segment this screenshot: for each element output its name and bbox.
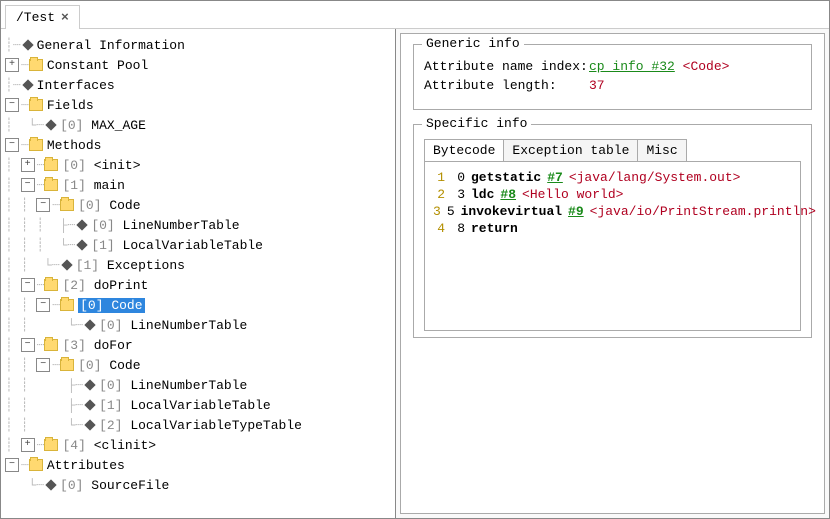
minus-icon[interactable]: − <box>36 198 50 212</box>
diamond-icon <box>22 79 33 90</box>
attr-name-extra: <Code> <box>683 59 730 74</box>
folder-icon <box>29 99 43 111</box>
diamond-icon <box>61 259 72 270</box>
tree-item-main[interactable]: ┊ −┈[1] main <box>5 175 391 195</box>
diamond-icon <box>45 119 56 130</box>
attr-name-row: Attribute name index: cp_info #32 <Code> <box>424 59 801 74</box>
folder-icon <box>29 459 43 471</box>
tree-item-clinit[interactable]: ┊ +┈[4] <clinit> <box>5 435 391 455</box>
editor-window: /Test × ┊┈General Information +┈Constant… <box>0 0 830 519</box>
diamond-icon <box>84 319 95 330</box>
attr-len-row: Attribute length: 37 <box>424 78 801 93</box>
tab-bar: /Test × <box>1 1 829 29</box>
diamond-icon <box>84 419 95 430</box>
minus-icon[interactable]: − <box>21 338 35 352</box>
bytecode-row[interactable]: 3 5 invokevirtual #9 <java/io/PrintStrea… <box>433 204 792 219</box>
tree-item-linenumbertable[interactable]: ┊ ┊ └┈[0] LineNumberTable <box>5 315 391 335</box>
generic-legend: Generic info <box>422 36 524 51</box>
minus-icon[interactable]: − <box>5 138 19 152</box>
diamond-icon <box>45 479 56 490</box>
tree-item-methods[interactable]: −┈Methods <box>5 135 391 155</box>
folder-icon <box>60 199 74 211</box>
folder-icon <box>60 359 74 371</box>
minus-icon[interactable]: − <box>5 458 19 472</box>
folder-icon <box>60 299 74 311</box>
tree-item-localvariabletable[interactable]: ┊ ┊ ├┈[1] LocalVariableTable <box>5 395 391 415</box>
main-split: ┊┈General Information +┈Constant Pool ┊┈… <box>1 29 829 518</box>
tree-item-fields[interactable]: −┈Fields <box>5 95 391 115</box>
diamond-icon <box>77 239 88 250</box>
attr-name-label: Attribute name index: <box>424 59 589 74</box>
tree-item-doprint[interactable]: ┊ −┈[2] doPrint <box>5 275 391 295</box>
folder-icon <box>44 159 58 171</box>
tab-misc[interactable]: Misc <box>638 140 685 161</box>
minus-icon[interactable]: − <box>36 358 50 372</box>
bytecode-pane: 1 0 getstatic #7 <java/lang/System.out> … <box>424 161 801 331</box>
tab-bytecode[interactable]: Bytecode <box>425 140 504 161</box>
bytecode-row[interactable]: 2 3 ldc #8 <Hello world> <box>433 187 792 202</box>
folder-icon <box>44 179 58 191</box>
minus-icon[interactable]: − <box>21 178 35 192</box>
folder-icon <box>29 59 43 71</box>
tree-item-sourcefile[interactable]: └┈[0] SourceFile <box>5 475 391 495</box>
tree-item-localvariabletypetable[interactable]: ┊ ┊ └┈[2] LocalVariableTypeTable <box>5 415 391 435</box>
specific-legend: Specific info <box>422 116 531 131</box>
tree-item-doprint-code-selected[interactable]: ┊ ┊ −┈[0] Code <box>5 295 391 315</box>
folder-icon <box>44 439 58 451</box>
specific-info-group: Specific info Bytecode Exception table M… <box>413 124 812 338</box>
tree-item-max-age[interactable]: ┊ └┈[0] MAX_AGE <box>5 115 391 135</box>
bytecode-row[interactable]: 4 8 return <box>433 221 792 236</box>
tree-item-dofor[interactable]: ┊ −┈[3] doFor <box>5 335 391 355</box>
folder-icon <box>44 279 58 291</box>
plus-icon[interactable]: + <box>21 158 35 172</box>
tree-item-linenumbertable[interactable]: ┊ ┊ ┊ ├┈[0] LineNumberTable <box>5 215 391 235</box>
cp-ref-link[interactable]: #8 <box>500 187 516 202</box>
tab-title: /Test <box>16 10 55 25</box>
diamond-icon <box>22 39 33 50</box>
cp-ref-link[interactable]: #9 <box>568 204 584 219</box>
tree-item-linenumbertable[interactable]: ┊ ┊ ├┈[0] LineNumberTable <box>5 375 391 395</box>
tab-exception-table[interactable]: Exception table <box>504 140 638 161</box>
minus-icon[interactable]: − <box>36 298 50 312</box>
attr-len-label: Attribute length: <box>424 78 589 93</box>
diamond-icon <box>84 379 95 390</box>
plus-icon[interactable]: + <box>5 58 19 72</box>
folder-icon <box>29 139 43 151</box>
close-icon[interactable]: × <box>61 10 69 25</box>
folder-icon <box>44 339 58 351</box>
plus-icon[interactable]: + <box>21 438 35 452</box>
file-tab[interactable]: /Test × <box>5 5 80 29</box>
tree-panel[interactable]: ┊┈General Information +┈Constant Pool ┊┈… <box>1 29 396 518</box>
generic-info-group: Generic info Attribute name index: cp_in… <box>413 44 812 110</box>
tree-item-interfaces[interactable]: ┊┈Interfaces <box>5 75 391 95</box>
minus-icon[interactable]: − <box>5 98 19 112</box>
tree-item-attributes[interactable]: −┈Attributes <box>5 455 391 475</box>
diamond-icon <box>77 219 88 230</box>
detail-panel: Generic info Attribute name index: cp_in… <box>400 33 825 514</box>
cp-info-link[interactable]: cp_info #32 <box>589 59 675 74</box>
diamond-icon <box>84 399 95 410</box>
cp-ref-link[interactable]: #7 <box>547 170 563 185</box>
tree-item-general-info[interactable]: ┊┈General Information <box>5 35 391 55</box>
tree-item-constant-pool[interactable]: +┈Constant Pool <box>5 55 391 75</box>
tree-item-main-code[interactable]: ┊ ┊ −┈[0] Code <box>5 195 391 215</box>
tree-item-dofor-code[interactable]: ┊ ┊ −┈[0] Code <box>5 355 391 375</box>
attr-len-value: 37 <box>589 78 605 93</box>
tree-item-localvariabletable[interactable]: ┊ ┊ ┊ └┈[1] LocalVariableTable <box>5 235 391 255</box>
minus-icon[interactable]: − <box>21 278 35 292</box>
bytecode-row[interactable]: 1 0 getstatic #7 <java/lang/System.out> <box>433 170 792 185</box>
tree-item-exceptions[interactable]: ┊ ┊ └┈[1] Exceptions <box>5 255 391 275</box>
specific-tabs: Bytecode Exception table Misc <box>424 139 687 161</box>
tree-item-init[interactable]: ┊ +┈[0] <init> <box>5 155 391 175</box>
